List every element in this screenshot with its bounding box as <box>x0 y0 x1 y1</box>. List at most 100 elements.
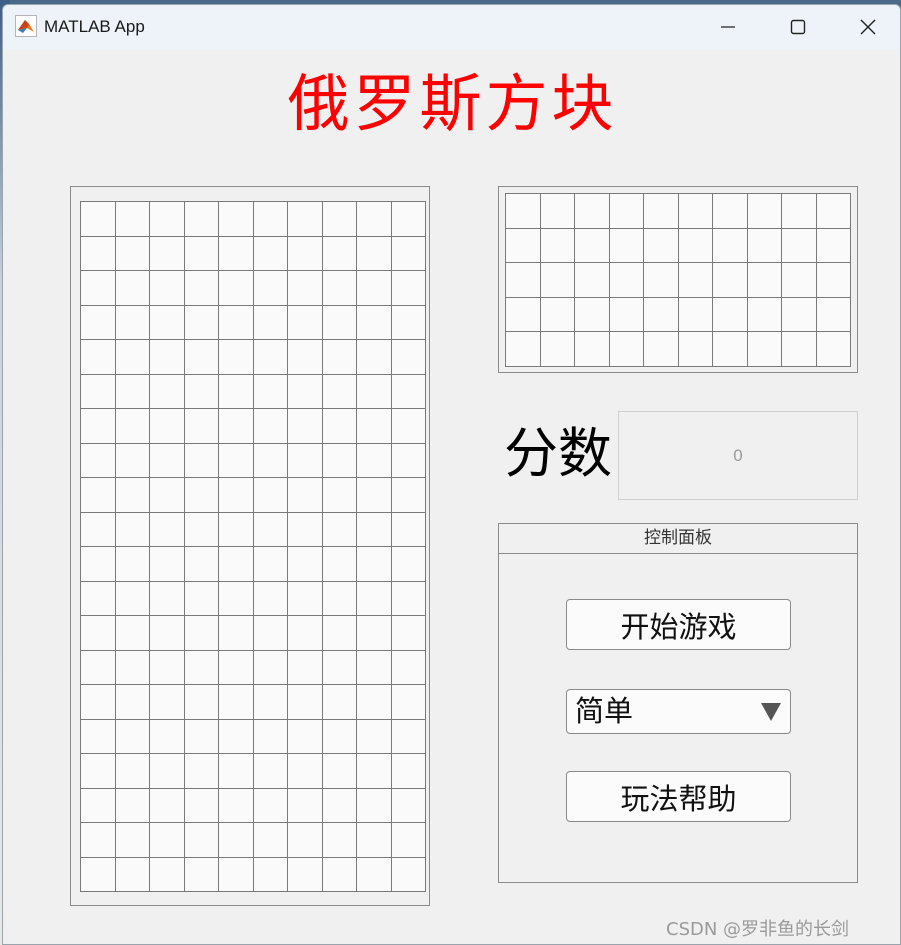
board-cell <box>150 547 185 582</box>
board-cell <box>150 478 185 513</box>
board-cell <box>322 547 357 582</box>
board-cell <box>184 547 219 582</box>
minimize-button[interactable] <box>693 5 763 49</box>
board-cell <box>81 374 116 409</box>
board-cell <box>253 512 288 547</box>
start-game-button[interactable]: 开始游戏 <box>566 599 791 650</box>
board-cell <box>150 305 185 340</box>
board-cell <box>115 719 150 754</box>
board-cell <box>391 823 426 858</box>
board-cell <box>219 478 254 513</box>
preview-cell <box>713 263 748 298</box>
board-cell <box>81 512 116 547</box>
board-cell <box>115 271 150 306</box>
preview-cell <box>575 297 610 332</box>
board-cell <box>357 650 392 685</box>
board-cell <box>322 754 357 789</box>
board-cell <box>253 823 288 858</box>
board-cell <box>288 478 323 513</box>
board-cell <box>115 512 150 547</box>
board-cell <box>150 236 185 271</box>
preview-cell <box>609 194 644 229</box>
window-titlebar[interactable]: MATLAB App <box>3 5 900 49</box>
board-cell <box>322 202 357 237</box>
board-cell <box>115 754 150 789</box>
board-cell <box>391 685 426 720</box>
preview-cell <box>782 228 817 263</box>
board-cell <box>253 547 288 582</box>
board-cell <box>81 236 116 271</box>
board-cell <box>219 340 254 375</box>
help-button[interactable]: 玩法帮助 <box>566 771 791 822</box>
board-cell <box>219 788 254 823</box>
maximize-button[interactable] <box>763 5 833 49</box>
board-cell <box>357 823 392 858</box>
board-cell <box>288 685 323 720</box>
board-cell <box>115 236 150 271</box>
board-cell <box>115 650 150 685</box>
board-cell <box>391 512 426 547</box>
board-cell <box>322 340 357 375</box>
preview-cell <box>782 297 817 332</box>
board-cell <box>253 271 288 306</box>
board-cell <box>219 857 254 892</box>
close-icon <box>860 19 876 35</box>
board-cell <box>253 478 288 513</box>
close-button[interactable] <box>833 5 900 49</box>
board-cell <box>184 236 219 271</box>
board-cell <box>115 478 150 513</box>
board-cell <box>288 581 323 616</box>
board-cell <box>322 788 357 823</box>
preview-cell <box>506 332 541 367</box>
board-cell <box>322 650 357 685</box>
board-cell <box>115 823 150 858</box>
dropdown-arrow-icon <box>761 703 781 721</box>
preview-cell <box>609 263 644 298</box>
board-cell <box>391 305 426 340</box>
preview-cell <box>575 263 610 298</box>
preview-cell <box>609 332 644 367</box>
preview-cell <box>540 194 575 229</box>
board-cell <box>115 374 150 409</box>
board-cell <box>357 581 392 616</box>
board-cell <box>115 340 150 375</box>
preview-cell <box>816 263 851 298</box>
board-cell <box>219 443 254 478</box>
board-cell <box>253 754 288 789</box>
board-cell <box>288 857 323 892</box>
board-cell <box>288 305 323 340</box>
maximize-icon <box>790 19 806 35</box>
preview-cell <box>782 194 817 229</box>
board-cell <box>81 823 116 858</box>
preview-cell <box>816 332 851 367</box>
board-cell <box>81 340 116 375</box>
board-cell <box>391 616 426 651</box>
board-cell <box>391 857 426 892</box>
preview-cell <box>506 194 541 229</box>
board-cell <box>357 374 392 409</box>
board-cell <box>219 823 254 858</box>
score-label: 分数 <box>504 422 612 485</box>
board-cell <box>81 547 116 582</box>
board-cell <box>219 374 254 409</box>
board-cell <box>81 271 116 306</box>
board-cell <box>288 650 323 685</box>
board-cell <box>184 719 219 754</box>
board-cell <box>288 512 323 547</box>
preview-cell <box>644 263 679 298</box>
board-cell <box>81 478 116 513</box>
board-cell <box>253 581 288 616</box>
board-cell <box>81 857 116 892</box>
board-cell <box>115 202 150 237</box>
score-display: 0 <box>618 411 858 500</box>
board-cell <box>391 719 426 754</box>
preview-cell <box>713 297 748 332</box>
board-cell <box>219 409 254 444</box>
board-cell <box>322 685 357 720</box>
preview-cell <box>713 228 748 263</box>
board-cell <box>184 305 219 340</box>
board-cell <box>357 202 392 237</box>
preview-cell <box>540 332 575 367</box>
difficulty-dropdown[interactable]: 简单 <box>566 689 791 734</box>
board-cell <box>253 719 288 754</box>
